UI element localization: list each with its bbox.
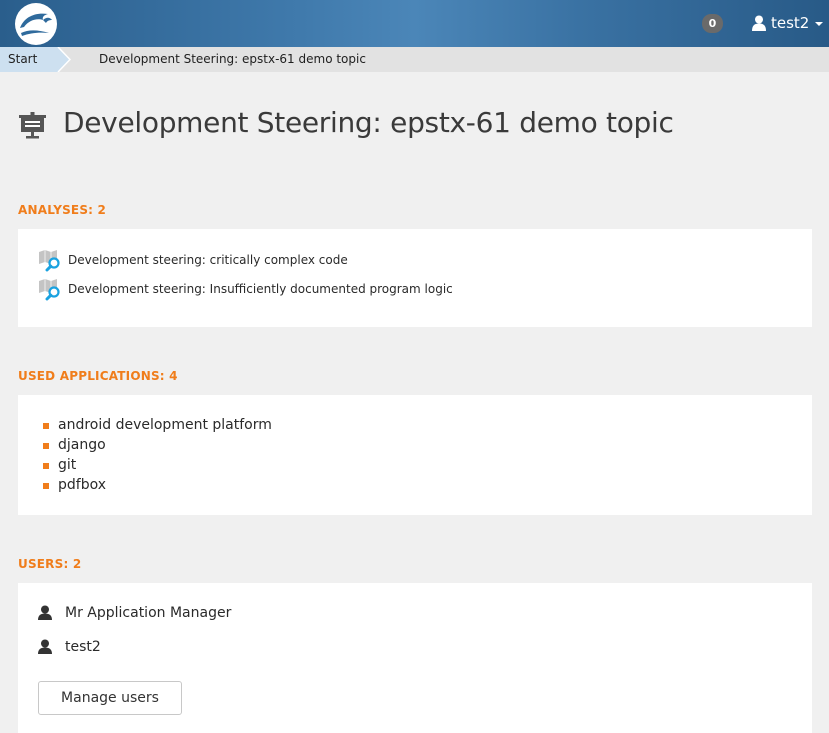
bullet-icon — [43, 463, 49, 469]
bird-logo-icon[interactable] — [15, 3, 57, 45]
analyses-panel: Development steering: critically complex… — [18, 229, 812, 327]
user-icon — [38, 639, 52, 654]
application-label: android development platform — [58, 417, 272, 433]
application-label: pdfbox — [58, 477, 107, 493]
breadcrumb-start-link[interactable]: Start — [0, 47, 58, 72]
breadcrumb-separator-icon — [57, 47, 71, 72]
users-panel: Mr Application Manager test2 Manage user… — [18, 583, 812, 733]
page-title: Development Steering: epstx-61 demo topi… — [63, 106, 674, 139]
list-item: Mr Application Manager — [38, 603, 231, 623]
manage-users-button[interactable]: Manage users — [38, 681, 182, 715]
user-label: test2 — [65, 639, 101, 655]
notification-badge[interactable]: 0 — [702, 14, 723, 33]
users-heading: USERS: 2 — [18, 557, 82, 571]
user-name-label: test2 — [771, 14, 810, 32]
map-search-icon — [39, 279, 60, 301]
analysis-label: Development steering: Insufficiently doc… — [68, 282, 453, 296]
analysis-link[interactable]: Development steering: critically complex… — [38, 248, 348, 272]
caret-down-icon — [815, 22, 824, 26]
application-label: django — [58, 437, 106, 453]
application-label: git — [58, 457, 77, 473]
list-item: test2 — [38, 637, 101, 657]
list-item: git — [43, 455, 76, 475]
bullet-icon — [43, 423, 49, 429]
applications-heading: USED APPLICATIONS: 4 — [18, 369, 178, 383]
presentation-board-icon — [19, 112, 46, 139]
bullet-icon — [43, 443, 49, 449]
map-search-icon — [39, 250, 60, 272]
list-item: android development platform — [43, 415, 272, 435]
user-icon — [752, 15, 766, 31]
breadcrumb: Start Development Steering: epstx-61 dem… — [0, 47, 829, 72]
breadcrumb-current: Development Steering: epstx-61 demo topi… — [99, 52, 366, 66]
user-menu-dropdown[interactable]: test2 — [752, 13, 824, 33]
list-item: django — [43, 435, 106, 455]
analysis-link[interactable]: Development steering: Insufficiently doc… — [38, 277, 453, 301]
list-item: pdfbox — [43, 475, 106, 495]
top-navbar: 0 test2 — [0, 0, 829, 47]
analysis-label: Development steering: critically complex… — [68, 253, 348, 267]
user-icon — [38, 605, 52, 620]
applications-panel: android development platform django git … — [18, 395, 812, 515]
analyses-heading: ANALYSES: 2 — [18, 203, 107, 217]
user-label: Mr Application Manager — [65, 605, 232, 621]
bullet-icon — [43, 483, 49, 489]
